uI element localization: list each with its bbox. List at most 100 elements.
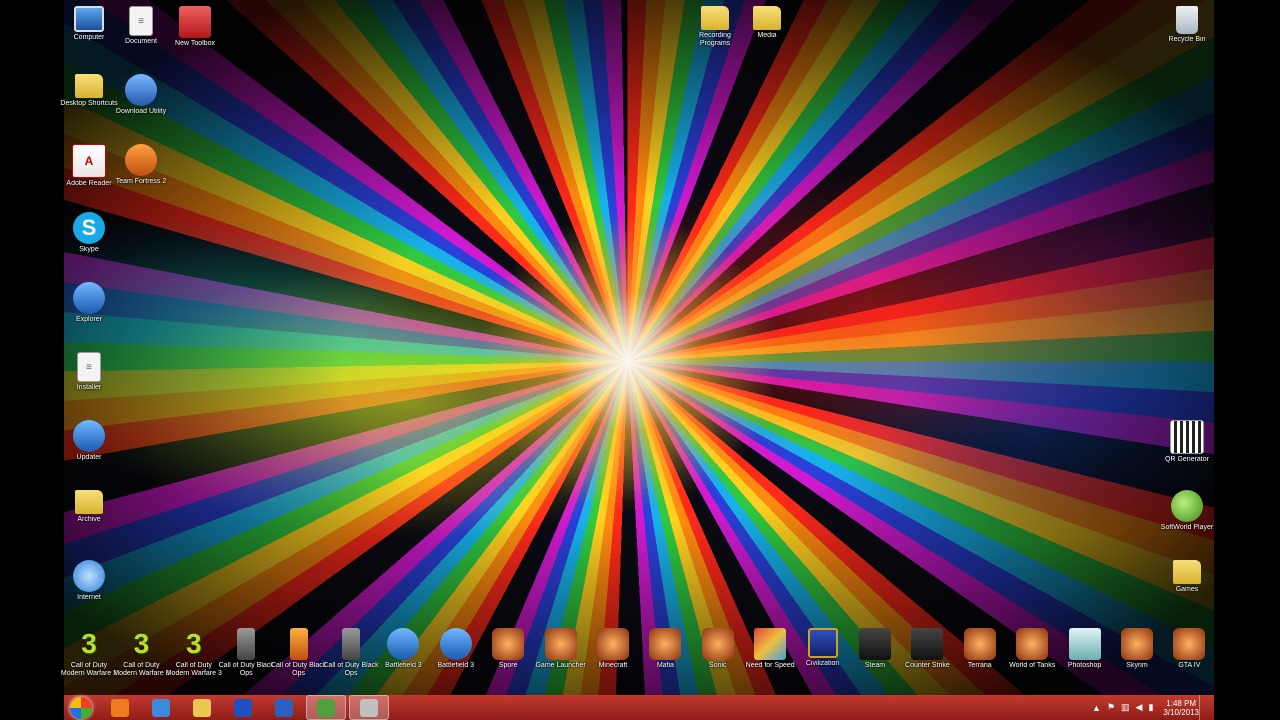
toolbox-icon: [179, 6, 211, 38]
folder-icon: [75, 490, 103, 514]
setup-icon: [125, 74, 157, 106]
desktop-icon-icons_bottom-15[interactable]: Steam: [846, 628, 904, 688]
taskbar-button-tool[interactable]: [306, 695, 346, 720]
flag-icon[interactable]: ⚑: [1107, 702, 1115, 713]
desktop-icon-label: Computer: [73, 34, 105, 41]
desktop-icon-label: Steam: [864, 662, 886, 669]
desktop-icon-icons_bottom-11[interactable]: Mafia: [636, 628, 694, 688]
desktop-icon-label: Mafia: [656, 662, 674, 669]
desktop-icon-icons_right-0[interactable]: Recycle Bin: [1158, 6, 1216, 66]
desktop-icon-label: Civilization: [805, 660, 840, 667]
desktop-icon-icons_bottom-5[interactable]: Call of Duty Black Ops: [322, 628, 380, 688]
folder-icon: [1173, 560, 1201, 584]
desktop-icon-icons_bottom-9[interactable]: Game Launcher: [532, 628, 590, 688]
folder-icon: [75, 74, 103, 98]
desktop-icon-icons_bottom-21[interactable]: GTA IV: [1160, 628, 1218, 688]
show-desktop-button[interactable]: [1199, 695, 1208, 720]
desktop-icon-icons_left-8[interactable]: Explorer: [60, 282, 118, 342]
taskbar-button-chrome[interactable]: [142, 696, 180, 719]
desktop-icon-label: Media: [757, 32, 777, 39]
battery-icon[interactable]: ▮: [1148, 702, 1153, 713]
desktop-icon-icons_right-2[interactable]: SoftWorld Player: [1158, 490, 1216, 550]
desktop-icon-icons_bottom-12[interactable]: Sonic: [689, 628, 747, 688]
document-icon: ≡: [77, 352, 101, 382]
desktop-icon-label: Counter Strike: [905, 662, 950, 669]
taskbar-buttons: [98, 695, 389, 720]
mixed-icon: [754, 628, 787, 660]
desktop-icon-label: Call of Duty Black Ops: [323, 662, 379, 677]
character-icon: [649, 628, 682, 660]
desktop-icon-icons_bottom-3[interactable]: Call of Duty Black Ops: [217, 628, 275, 688]
desktop-icon-label: Skype: [79, 246, 99, 253]
desktop-icon-label: Explorer: [75, 316, 103, 323]
navy-icon: [807, 628, 838, 658]
orange-tower-icon: [289, 628, 308, 660]
arrow-up-icon[interactable]: ▲: [1092, 703, 1101, 713]
game-icon: [125, 144, 157, 176]
desktop-icon-icons_left-5[interactable]: A Adobe Reader: [60, 144, 118, 204]
desktop-icon-icons_left-7[interactable]: S Skype: [60, 212, 118, 272]
desktop-icon-icons_bottom-4[interactable]: Call of Duty Black Ops: [270, 628, 328, 688]
desktop-icon-icons_left-11[interactable]: Archive: [60, 490, 118, 550]
desktop-icon-icons_bottom-8[interactable]: Spore: [479, 628, 537, 688]
desktop-icon-icons_bottom-18[interactable]: World of Tanks: [1003, 628, 1061, 688]
desktop-icon-icons_bottom-19[interactable]: Photoshop: [1056, 628, 1114, 688]
desktop-icon-icons_bottom-0[interactable]: 3 Call of Duty Modern Warfare 3: [60, 628, 118, 688]
desktop-icon-icons_left-4[interactable]: Download Utility: [112, 74, 170, 134]
soldier-icon: [439, 628, 472, 660]
desktop-icon-icons_bottom-14[interactable]: Civilization: [794, 628, 852, 688]
desktop-icon-label: Call of Duty Black Ops: [270, 662, 327, 677]
desktop-icon-label: Call of Duty Modern Warfare 3: [113, 662, 170, 677]
taskbar-button-media[interactable]: [224, 696, 262, 719]
installer-icon: [73, 420, 105, 452]
taskbar-button-recorder[interactable]: [349, 695, 389, 720]
desktop-icon-icons_left-10[interactable]: Updater: [60, 420, 118, 480]
desktop-icon-icons_bottom-13[interactable]: Need for Speed: [741, 628, 799, 688]
desktop-icon-icons_right-3[interactable]: Games: [1158, 560, 1216, 620]
recycle-bin-icon: [1176, 6, 1198, 34]
taskbar-button-firefox[interactable]: [101, 696, 139, 719]
desktop-icon-icons_left-2[interactable]: New Toolbox: [166, 6, 224, 66]
desktop-icon-label: Installer: [76, 384, 102, 391]
desktop-icon-label: Need for Speed: [745, 662, 795, 669]
desktop-icon-label: World of Tanks: [1009, 662, 1056, 669]
start-button[interactable]: [64, 695, 98, 720]
desktop-icon-icons_left-0[interactable]: Computer: [60, 6, 118, 66]
folder-icon: [701, 6, 729, 30]
desktop-icon-label: Recycle Bin: [1168, 36, 1206, 43]
desktop-icon-icons_left-3[interactable]: Desktop Shortcuts: [60, 74, 118, 134]
windows-orb-icon: [70, 696, 92, 719]
network-icon[interactable]: ▥: [1121, 702, 1130, 713]
desktop-icon-icons_left-6[interactable]: Team Fortress 2: [112, 144, 170, 204]
desktop-icon-label: Battlefield 3: [385, 662, 422, 669]
desktop-icon-icons_top_center-1[interactable]: Media: [738, 6, 796, 66]
character-icon: [701, 628, 734, 660]
desktop-icon-icons_bottom-7[interactable]: Battlefield 3: [427, 628, 485, 688]
desktop-icon-icons_bottom-20[interactable]: Skyrim: [1108, 628, 1166, 688]
volume-icon[interactable]: ◀: [1136, 702, 1143, 713]
desktop-icon-icons_top_center-0[interactable]: Recording Programs: [686, 6, 744, 66]
skype-icon: S: [73, 212, 105, 244]
tool-icon: [317, 698, 335, 717]
taskbar-button-explorer[interactable]: [183, 696, 221, 719]
desktop-icon-label: New Toolbox: [175, 40, 215, 47]
desktop-icon-label: Archive: [77, 516, 101, 523]
desktop-icon-icons_left-12[interactable]: Internet: [60, 560, 118, 620]
clock[interactable]: 1:48 PM 3/10/2013: [1163, 699, 1199, 717]
desktop-icon-icons_left-1[interactable]: ≡ Document: [112, 6, 170, 66]
desktop-icon-label: Game Launcher: [535, 662, 586, 669]
desktop-icon-icons_bottom-17[interactable]: Terraria: [951, 628, 1009, 688]
desktop-icon-icons_bottom-2[interactable]: 3 Call of Duty Modern Warfare 3: [165, 628, 223, 688]
tower-icon: [342, 628, 360, 660]
desktop-icon-icons_bottom-16[interactable]: Counter Strike: [898, 628, 956, 688]
taskbar-button-app[interactable]: [265, 696, 303, 719]
computer-icon: [74, 6, 104, 32]
character-icon: [1121, 628, 1153, 660]
app-icon: [275, 698, 293, 717]
desktop-icon-icons_right-1[interactable]: QR Generator: [1158, 420, 1216, 480]
desktop-icon-icons_bottom-6[interactable]: Battlefield 3: [374, 628, 432, 688]
document-icon: ≡: [129, 6, 153, 36]
desktop-icon-icons_left-9[interactable]: ≡ Installer: [60, 352, 118, 412]
desktop-icon-icons_bottom-10[interactable]: Minecraft: [584, 628, 642, 688]
desktop-icon-icons_bottom-1[interactable]: 3 Call of Duty Modern Warfare 3: [112, 628, 170, 688]
